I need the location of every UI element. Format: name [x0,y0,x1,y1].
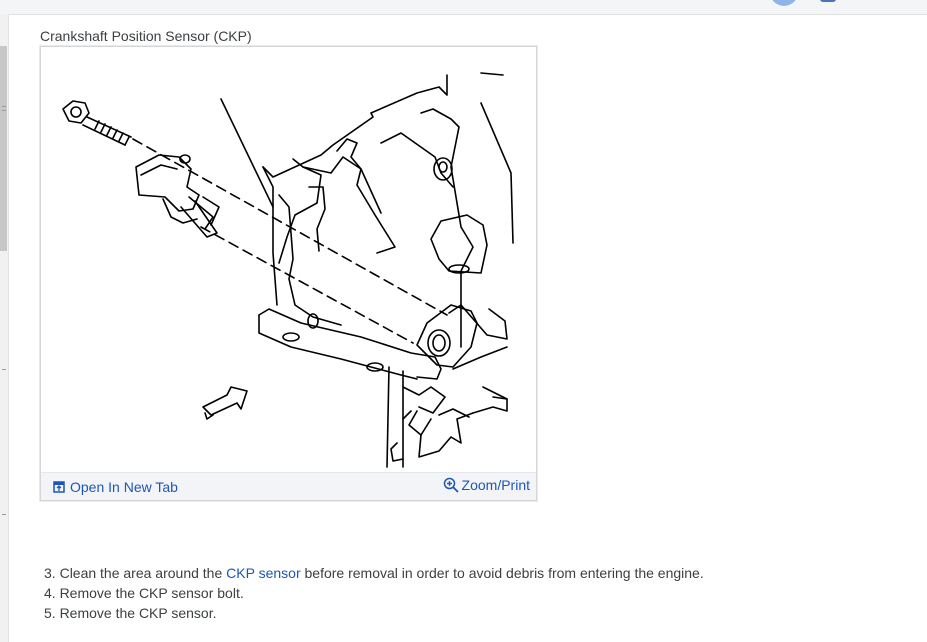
open-in-new-tab-label: Open In New Tab [70,479,178,495]
step-5: 5. Remove the CKP sensor. [44,605,217,621]
left-scrollbar[interactable] [0,14,9,642]
figure-frame: Open In New Tab Zoom/Print [40,46,537,501]
direction-arrow-drawing [202,386,248,420]
engine-block-drawing [220,72,514,468]
step-3-text-before: Clean the area around the [59,565,223,581]
scroll-tick [2,514,6,515]
step-3-text-after: before removal in order to avoid debris … [304,565,704,581]
figure-title: Crankshaft Position Sensor (CKP) [40,28,252,44]
open-tab-icon [53,481,65,493]
step-3: 3. Clean the area around the CKP sensor … [44,563,704,583]
scroll-tick [2,110,6,111]
ckp-sensor-diagram [62,72,514,468]
scroll-tick [2,369,6,370]
step-3-number: 3. [44,565,56,581]
user-avatar[interactable] [770,0,798,6]
procedure-steps: 3. Clean the area around the CKP sensor … [44,563,704,623]
step-4: 4. Remove the CKP sensor bolt. [44,585,244,601]
top-toolbar [0,0,927,15]
scrollbar-thumb[interactable] [0,46,7,251]
open-in-new-tab-link[interactable]: Open In New Tab [53,479,178,495]
zoom-print-link[interactable]: Zoom/Print [443,477,530,493]
zoom-in-icon [443,477,459,493]
zoom-print-label: Zoom/Print [461,477,530,493]
ckp-sensor-link[interactable]: CKP sensor [226,565,300,581]
notification-icon[interactable] [820,0,836,2]
scroll-tick [2,106,6,107]
bolt-drawing [62,100,132,146]
figure-action-bar: Open In New Tab Zoom/Print [41,472,536,500]
sensor-drawing [135,154,220,238]
